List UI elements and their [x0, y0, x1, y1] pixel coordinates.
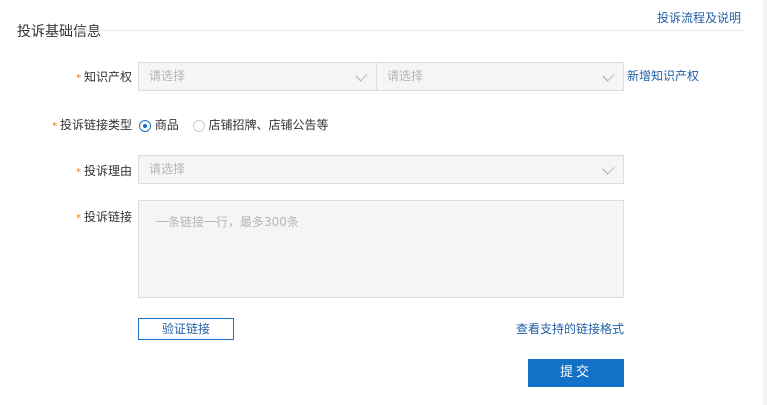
- links-label-text: 投诉链接: [83, 210, 132, 224]
- radio-product[interactable]: 商品: [139, 118, 179, 132]
- required-mark: *: [75, 73, 81, 84]
- select-placeholder: 请选择: [387, 69, 424, 83]
- radio-label[interactable]: 店铺招牌、店铺公告等: [209, 118, 329, 132]
- ip-item-select[interactable]: 请选择: [376, 62, 624, 91]
- reason-label: * 投诉理由: [12, 162, 132, 179]
- links-textarea[interactable]: 一条链接一行，最多300条: [138, 200, 624, 298]
- help-link[interactable]: 投诉流程及说明: [657, 9, 741, 26]
- required-mark: *: [51, 121, 57, 132]
- ip-label-text: 知识产权: [83, 70, 132, 84]
- scrollbar-track[interactable]: [763, 0, 767, 405]
- divider: [72, 30, 745, 31]
- add-ip-link[interactable]: 新增知识产权: [627, 67, 699, 84]
- chevron-down-icon: [355, 69, 368, 82]
- supported-formats-link[interactable]: 查看支持的链接格式: [516, 320, 624, 337]
- reason-select[interactable]: 请选择: [138, 155, 624, 184]
- ip-label: * 知识产权: [12, 68, 132, 85]
- radio-store[interactable]: 店铺招牌、店铺公告等: [192, 118, 329, 132]
- select-placeholder: 请选择: [149, 162, 186, 176]
- radio-checked-icon[interactable]: [139, 119, 151, 132]
- links-label: * 投诉链接: [12, 208, 132, 225]
- chevron-down-icon: [602, 69, 615, 82]
- required-mark: *: [75, 213, 81, 224]
- submit-button[interactable]: 提交: [528, 359, 624, 387]
- select-placeholder: 请选择: [149, 69, 186, 83]
- reason-label-text: 投诉理由: [83, 164, 132, 178]
- verify-links-button[interactable]: 验证链接: [138, 318, 234, 340]
- radio-label[interactable]: 商品: [155, 118, 179, 132]
- section-title: 投诉基础信息: [17, 24, 101, 40]
- ip-type-select[interactable]: 请选择: [138, 62, 377, 91]
- required-mark: *: [75, 167, 81, 178]
- link-type-label-text: 投诉链接类型: [59, 118, 132, 132]
- radio-unchecked-icon[interactable]: [192, 119, 205, 132]
- textarea-placeholder: 一条链接一行，最多300条: [156, 215, 299, 229]
- link-type-label: * 投诉链接类型: [12, 116, 132, 133]
- link-type-radio-group: 商品 店铺招牌、店铺公告等: [139, 116, 329, 133]
- chevron-down-icon: [602, 162, 615, 175]
